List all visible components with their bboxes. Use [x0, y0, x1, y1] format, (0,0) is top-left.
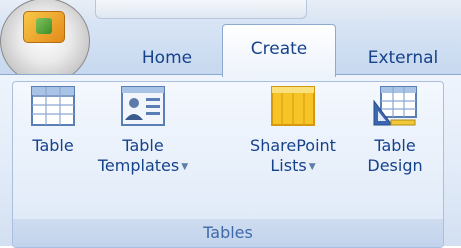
table-design-icon [373, 86, 417, 126]
sharepoint-lists-button[interactable]: SharePoint Lists ▼ [235, 86, 351, 177]
tab-create[interactable]: Create [222, 24, 336, 77]
sharepoint-lists-label-text: Lists [270, 156, 307, 175]
sharepoint-lists-label-line1: SharePoint [250, 136, 336, 155]
table-design-label-line1: Table [374, 136, 416, 155]
ribbon-panel: Table Table Templates ▼ SharePoint Lists… [0, 74, 461, 248]
sharepoint-list-icon [271, 86, 315, 126]
table-design-label-line2: Design [367, 156, 423, 175]
office-logo-icon [23, 11, 65, 43]
tab-external[interactable]: External [344, 42, 461, 74]
table-templates-icon [121, 86, 165, 126]
table-templates-label-line2: Templates ▼ [93, 156, 193, 177]
table-templates-label-text: Templates [97, 156, 180, 175]
sharepoint-lists-label-line2: Lists ▼ [235, 156, 351, 177]
tab-home[interactable]: Home [118, 42, 216, 74]
table-button[interactable]: Table [23, 86, 83, 156]
dropdown-arrow-icon: ▼ [308, 161, 316, 172]
table-grid-icon [31, 86, 75, 126]
ribbon-tab-row: Home Create External [0, 0, 461, 84]
tables-group: Table Table Templates ▼ SharePoint Lists… [12, 81, 444, 248]
table-templates-label-line1: Table [122, 136, 164, 155]
table-templates-button[interactable]: Table Templates ▼ [93, 86, 193, 177]
table-label: Table [32, 136, 74, 155]
office-button[interactable] [0, 0, 90, 84]
dropdown-arrow-icon: ▼ [181, 161, 189, 172]
quick-access-toolbar [95, 0, 307, 19]
table-design-button[interactable]: Table Design [353, 86, 437, 176]
tables-group-label: Tables [13, 219, 443, 247]
